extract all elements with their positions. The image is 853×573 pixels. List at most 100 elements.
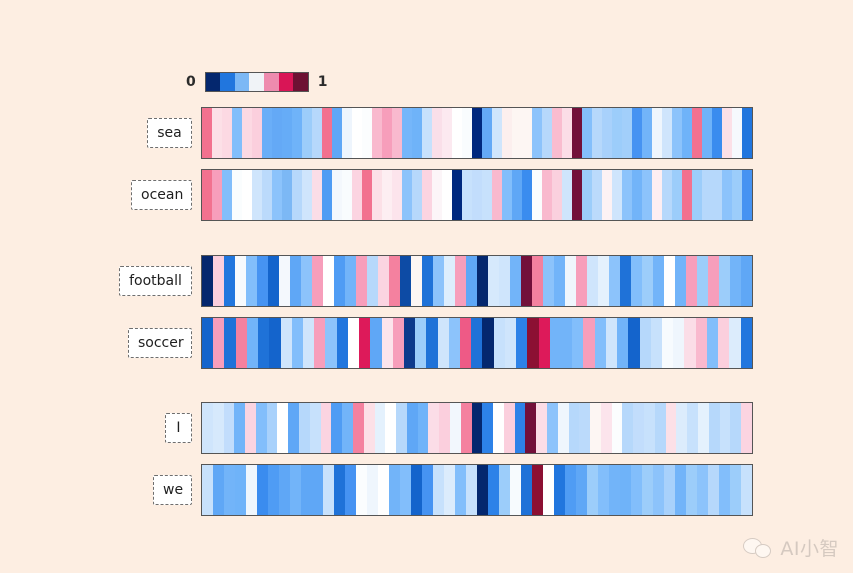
heatmap-cell[interactable] (367, 465, 378, 515)
heatmap-cell[interactable] (532, 465, 543, 515)
heatmap-cell[interactable] (222, 108, 232, 158)
heatmap-cell[interactable] (686, 256, 697, 306)
heatmap-cell[interactable] (488, 465, 499, 515)
heatmap-cell[interactable] (664, 256, 675, 306)
heatmap-cell[interactable] (719, 256, 730, 306)
heatmap-cell[interactable] (708, 256, 719, 306)
heatmap-cell[interactable] (336, 318, 348, 368)
heatmap-cell[interactable] (583, 318, 595, 368)
heatmap-cell[interactable] (462, 108, 472, 158)
heatmap-cell[interactable] (697, 403, 709, 453)
heatmap-cell[interactable] (252, 108, 262, 158)
heatmap-cell[interactable] (417, 403, 429, 453)
heatmap-cell[interactable] (202, 108, 212, 158)
heatmap-cell[interactable] (331, 403, 343, 453)
heatmap-cell[interactable] (392, 170, 402, 220)
heatmap-cell[interactable] (288, 403, 300, 453)
heatmap-cell[interactable] (605, 318, 618, 368)
heatmap-cell[interactable] (422, 108, 432, 158)
heatmap-cell[interactable] (246, 465, 257, 515)
heatmap-cell[interactable] (512, 108, 522, 158)
heatmap-cell[interactable] (245, 403, 256, 453)
heatmap-cell[interactable] (477, 465, 488, 515)
heatmap-cell[interactable] (257, 256, 268, 306)
heatmap-cell[interactable] (437, 318, 449, 368)
heatmap-cell[interactable] (729, 318, 741, 368)
heatmap-cell[interactable] (684, 318, 696, 368)
heatmap-cell[interactable] (510, 465, 521, 515)
heatmap-cell[interactable] (382, 170, 392, 220)
heatmap-cell[interactable] (602, 170, 612, 220)
heatmap-cell[interactable] (632, 170, 642, 220)
heatmap-cell[interactable] (235, 318, 247, 368)
heatmap-cell[interactable] (521, 465, 532, 515)
heatmap-cell[interactable] (477, 256, 488, 306)
heatmap-strip-ocean[interactable] (201, 169, 753, 221)
heatmap-cell[interactable] (279, 256, 290, 306)
heatmap-cell[interactable] (472, 170, 482, 220)
heatmap-cell[interactable] (675, 256, 686, 306)
heatmap-cell[interactable] (542, 108, 552, 158)
heatmap-cell[interactable] (579, 403, 591, 453)
heatmap-cell[interactable] (442, 108, 452, 158)
heatmap-cell[interactable] (471, 403, 483, 453)
heatmap-cell[interactable] (612, 108, 622, 158)
heatmap-cell[interactable] (592, 108, 602, 158)
heatmap-cell[interactable] (650, 318, 662, 368)
heatmap-cell[interactable] (279, 465, 290, 515)
heatmap-cell[interactable] (740, 318, 752, 368)
heatmap-cell[interactable] (742, 108, 752, 158)
heatmap-cell[interactable] (622, 170, 632, 220)
heatmap-cell[interactable] (572, 170, 582, 220)
heatmap-cell[interactable] (302, 170, 312, 220)
heatmap-cell[interactable] (466, 256, 477, 306)
heatmap-cell[interactable] (543, 465, 554, 515)
heatmap-cell[interactable] (412, 108, 422, 158)
heatmap-cell[interactable] (543, 256, 554, 306)
heatmap-cell[interactable] (565, 465, 576, 515)
heatmap-cell[interactable] (323, 465, 334, 515)
heatmap-cell[interactable] (730, 403, 742, 453)
heatmap-cell[interactable] (642, 256, 653, 306)
heatmap-cell[interactable] (493, 318, 505, 368)
heatmap-cell[interactable] (562, 108, 572, 158)
heatmap-cell[interactable] (600, 403, 612, 453)
heatmap-cell[interactable] (363, 403, 375, 453)
heatmap-cell[interactable] (675, 465, 686, 515)
heatmap-cell[interactable] (452, 108, 462, 158)
heatmap-cell[interactable] (557, 403, 569, 453)
heatmap-cell[interactable] (282, 108, 292, 158)
heatmap-cell[interactable] (342, 403, 353, 453)
heatmap-cell[interactable] (334, 256, 345, 306)
heatmap-cell[interactable] (594, 318, 606, 368)
heatmap-cell[interactable] (282, 170, 292, 220)
heatmap-cell[interactable] (452, 170, 462, 220)
heatmap-cell[interactable] (722, 108, 732, 158)
heatmap-cell[interactable] (378, 256, 389, 306)
heatmap-cell[interactable] (406, 403, 418, 453)
heatmap-cell[interactable] (499, 256, 510, 306)
heatmap-cell[interactable] (323, 256, 334, 306)
heatmap-cell[interactable] (565, 256, 576, 306)
heatmap-cell[interactable] (702, 170, 712, 220)
heatmap-cell[interactable] (572, 318, 584, 368)
heatmap-cell[interactable] (512, 170, 522, 220)
heatmap-cell[interactable] (525, 403, 537, 453)
heatmap-cell[interactable] (290, 256, 301, 306)
heatmap-cell[interactable] (562, 170, 572, 220)
heatmap-cell[interactable] (213, 256, 224, 306)
heatmap-cell[interactable] (609, 256, 620, 306)
heatmap-cell[interactable] (632, 108, 642, 158)
heatmap-cell[interactable] (741, 403, 752, 453)
heatmap-cell[interactable] (692, 108, 702, 158)
heatmap-cell[interactable] (672, 170, 682, 220)
heatmap-cell[interactable] (213, 318, 225, 368)
heatmap-cell[interactable] (492, 108, 502, 158)
heatmap-cell[interactable] (402, 170, 412, 220)
heatmap-cell[interactable] (268, 256, 279, 306)
heatmap-cell[interactable] (654, 403, 666, 453)
heatmap-cell[interactable] (719, 403, 731, 453)
heatmap-cell[interactable] (325, 318, 337, 368)
heatmap-cell[interactable] (718, 318, 730, 368)
heatmap-cell[interactable] (493, 403, 504, 453)
